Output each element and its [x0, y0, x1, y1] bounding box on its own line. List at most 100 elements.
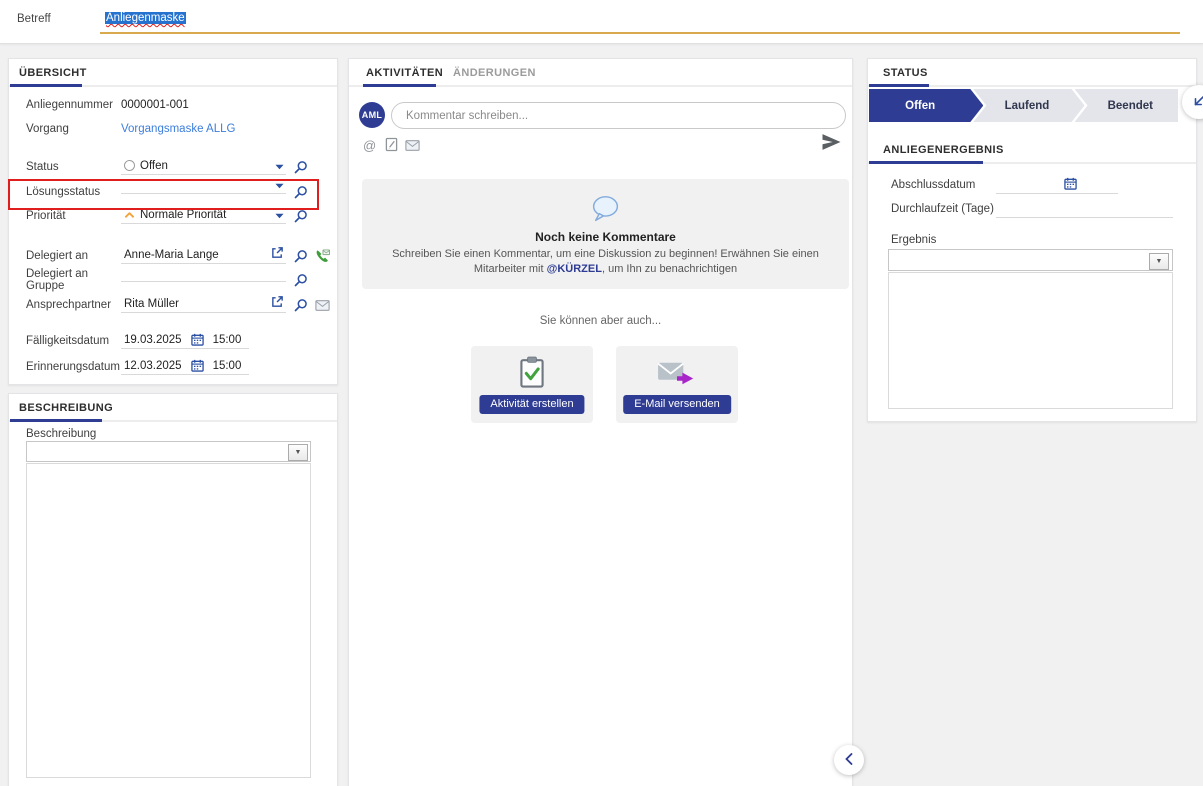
loesungsstatus-row: Lösungsstatus: [26, 182, 308, 202]
delegiert-an-label: Delegiert an: [26, 250, 121, 262]
delegiert-gruppe-row: Delegiert an Gruppe: [26, 270, 308, 290]
also-text: Sie können aber auch...: [349, 315, 852, 327]
ansprechpartner-row: Ansprechpartner Rita Müller: [26, 295, 330, 315]
dock-panel-button[interactable]: [1182, 85, 1203, 119]
prioritaet-dropdown-caret-icon[interactable]: [275, 213, 284, 219]
loesungsstatus-dropdown-caret-icon[interactable]: [275, 183, 284, 189]
no-comments-text: Schreiben Sie einen Kommentar, um eine D…: [380, 247, 832, 277]
status-step-offen-label: Offen: [905, 100, 935, 112]
mention-at-icon[interactable]: @: [363, 138, 376, 153]
ergebnis-label: Ergebnis: [891, 234, 936, 246]
status-step-offen[interactable]: Offen: [869, 89, 983, 122]
loesungsstatus-field[interactable]: [121, 191, 286, 194]
tab-aktivitaeten[interactable]: AKTIVITÄTEN: [366, 67, 443, 79]
uebersicht-panel: ÜBERSICHT Anliegennummer 0000001-001 Vor…: [8, 58, 338, 385]
send-icon[interactable]: [821, 133, 842, 151]
uebersicht-title: ÜBERSICHT: [19, 67, 87, 79]
erinnerungsdatum-time[interactable]: 15:00: [213, 360, 242, 372]
status-step-beendet[interactable]: Beendet: [1075, 89, 1178, 122]
status-field[interactable]: Offen: [121, 160, 286, 175]
create-activity-card: Aktivität erstellen: [471, 346, 593, 423]
status-step-laufend-label: Laufend: [1005, 100, 1050, 112]
clipboard-check-icon: [471, 354, 593, 394]
beschreibung-title: BESCHREIBUNG: [19, 402, 113, 414]
anliegennummer-value: 0000001-001: [121, 99, 189, 111]
status-title: STATUS: [883, 67, 928, 79]
abschlussdatum-calendar-icon[interactable]: [1064, 177, 1077, 190]
vorgang-label: Vorgang: [26, 123, 121, 135]
betreff-input[interactable]: Anliegenmaske: [100, 8, 1180, 34]
prioritaet-field[interactable]: Normale Priorität: [121, 209, 286, 224]
mention-kuerzel: @KÜRZEL: [547, 263, 602, 275]
ansprechpartner-field[interactable]: Rita Müller: [121, 298, 286, 313]
loesungsstatus-search-icon[interactable]: [294, 185, 308, 199]
anliegennummer-row: Anliegennummer 0000001-001: [26, 95, 189, 115]
delegiert-an-field[interactable]: Anne-Maria Lange: [121, 249, 286, 264]
durchlaufzeit-label: Durchlaufzeit (Tage): [891, 203, 996, 215]
delegiert-gruppe-search-icon[interactable]: [294, 273, 308, 287]
durchlaufzeit-row: Durchlaufzeit (Tage): [891, 200, 1173, 218]
anliegennummer-label: Anliegennummer: [26, 99, 121, 111]
uebersicht-active-underline: [10, 84, 82, 87]
ergebnis-dropdown-button[interactable]: ▼: [1149, 253, 1169, 270]
anliegenergebnis-header: ANLIEGENERGEBNIS: [868, 140, 1196, 164]
anliegenergebnis-title: ANLIEGENERGEBNIS: [883, 144, 1004, 156]
delegiert-gruppe-field[interactable]: [121, 279, 286, 282]
delegiert-an-open-record-icon[interactable]: [271, 246, 284, 259]
faelligkeitsdatum-date[interactable]: 19.03.2025: [124, 334, 182, 346]
status-row: Status Offen: [26, 157, 308, 177]
comment-input[interactable]: [391, 102, 846, 129]
ergebnis-textarea[interactable]: [888, 272, 1173, 409]
delegiert-an-search-icon[interactable]: [294, 249, 308, 263]
erinnerungsdatum-date[interactable]: 12.03.2025: [124, 360, 182, 372]
note-pencil-icon[interactable]: [385, 137, 398, 152]
ergebnis-combobox[interactable]: ▼: [888, 249, 1173, 271]
ansprechpartner-search-icon[interactable]: [294, 298, 308, 312]
speech-bubble-icon: [362, 195, 849, 225]
delegiert-an-value: Anne-Maria Lange: [124, 249, 219, 261]
ansprechpartner-label: Ansprechpartner: [26, 299, 121, 311]
erinnerungsdatum-calendar-icon[interactable]: [191, 359, 204, 372]
ansprechpartner-open-record-icon[interactable]: [271, 295, 284, 308]
erinnerungsdatum-label: Erinnerungsdatum: [26, 361, 121, 373]
faelligkeitsdatum-calendar-icon[interactable]: [191, 333, 204, 346]
status-value: Offen: [140, 160, 168, 172]
send-email-button[interactable]: E-Mail versenden: [623, 395, 731, 414]
ansprechpartner-mail-icon[interactable]: [315, 300, 330, 311]
create-activity-button[interactable]: Aktivität erstellen: [479, 395, 584, 414]
beschreibung-combobox[interactable]: ▼: [26, 441, 311, 462]
prioritaet-label: Priorität: [26, 210, 121, 222]
erinnerungsdatum-row: Erinnerungsdatum 12.03.2025 15:00: [26, 357, 249, 377]
faelligkeitsdatum-field[interactable]: 19.03.2025 15:00: [121, 333, 249, 349]
priority-chevron-icon: [124, 211, 135, 219]
prioritaet-row: Priorität Normale Priorität: [26, 206, 308, 226]
faelligkeitsdatum-label: Fälligkeitsdatum: [26, 335, 121, 347]
collapse-panel-button[interactable]: [834, 745, 864, 775]
prioritaet-search-icon[interactable]: [294, 209, 308, 223]
status-active-underline: [869, 84, 929, 87]
status-dropdown-caret-icon[interactable]: [275, 164, 284, 170]
tab-aenderungen[interactable]: ÄNDERUNGEN: [453, 67, 536, 79]
status-search-icon[interactable]: [294, 160, 308, 174]
topbar: Betreff Anliegenmaske: [0, 0, 1203, 44]
faelligkeitsdatum-time[interactable]: 15:00: [213, 334, 242, 346]
attach-mail-icon[interactable]: [405, 140, 420, 151]
no-comments-box: Noch keine Kommentare Schreiben Sie eine…: [362, 179, 849, 289]
arrow-down-left-icon: [1192, 94, 1203, 111]
beschreibung-textarea[interactable]: [26, 463, 311, 778]
loesungsstatus-label: Lösungsstatus: [26, 186, 121, 198]
durchlaufzeit-field[interactable]: [996, 200, 1173, 218]
status-step-laufend[interactable]: Laufend: [973, 89, 1084, 122]
betreff-value-selected: Anliegenmaske: [105, 12, 186, 24]
beschreibung-dropdown-button[interactable]: ▼: [288, 444, 308, 461]
abschlussdatum-field[interactable]: [996, 176, 1118, 194]
abschlussdatum-label: Abschlussdatum: [891, 179, 996, 191]
vorgang-link[interactable]: Vorgangsmaske ALLG: [121, 123, 235, 135]
aktivitaeten-tabbar: AKTIVITÄTEN ÄNDERUNGEN: [349, 59, 852, 87]
erinnerungsdatum-field[interactable]: 12.03.2025 15:00: [121, 359, 249, 375]
send-email-card: E-Mail versenden: [616, 346, 738, 423]
delegiert-an-row: Delegiert an Anne-Maria Lange: [26, 246, 330, 266]
delegiert-an-phone-mail-icon[interactable]: [315, 249, 330, 264]
aktivitaeten-panel: AKTIVITÄTEN ÄNDERUNGEN AML @ Noch keine …: [348, 58, 853, 786]
betreff-label: Betreff: [17, 13, 51, 25]
